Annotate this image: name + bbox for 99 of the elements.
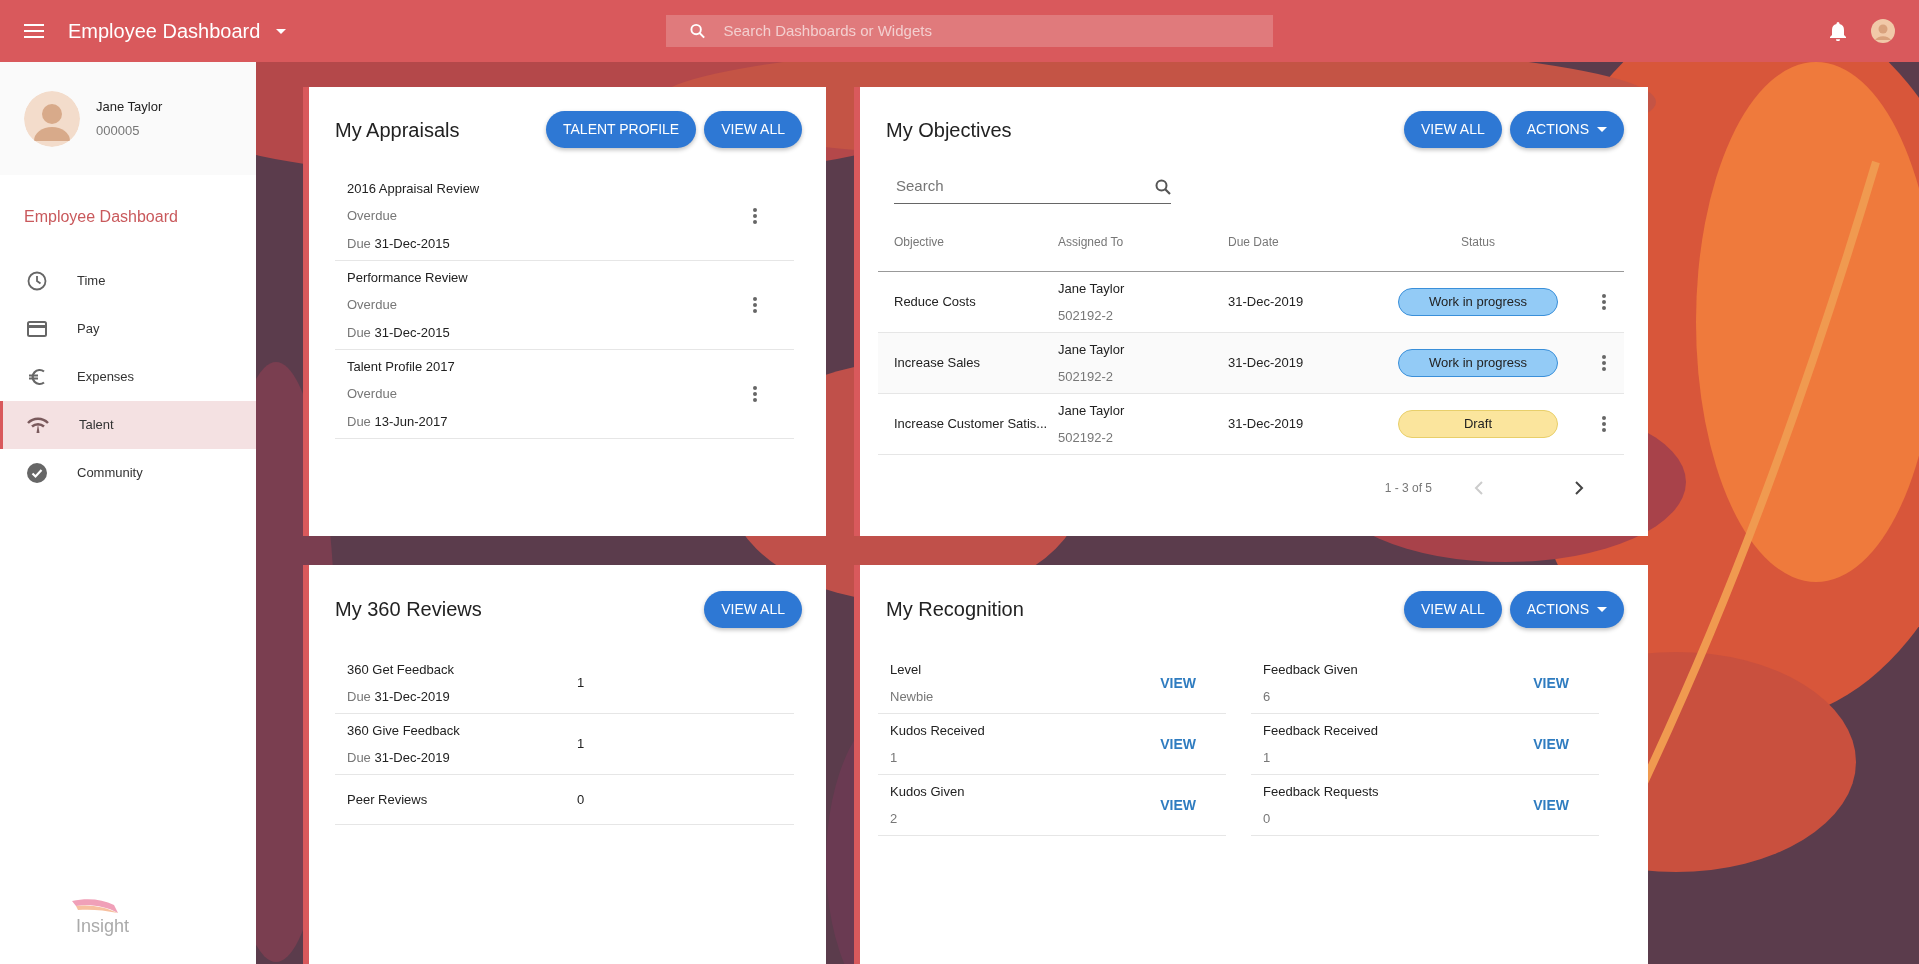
due-date: Due 31-Dec-2015 xyxy=(347,234,451,253)
sidebar-heading: Employee Dashboard xyxy=(23,207,179,227)
recognition-value: 6 xyxy=(1263,688,1272,706)
view-button[interactable]: VIEW ALL xyxy=(704,111,802,148)
view-button[interactable]: TALENT PROFILE xyxy=(546,111,697,148)
more-options-icon[interactable] xyxy=(752,296,758,314)
appraisal-status: Overdue xyxy=(347,385,398,404)
table-cell-text: Increase Customer Satis... xyxy=(894,415,1049,434)
recognition-label: Feedback Received xyxy=(1263,721,1378,740)
table-cell-text: 31-Dec-2019 xyxy=(1228,354,1305,373)
status-tag: Work in progress xyxy=(1398,349,1558,377)
table-cell-text: Increase Sales xyxy=(894,354,981,373)
table-cell-text: 31-Dec-2019 xyxy=(1228,293,1305,312)
menu-icon[interactable] xyxy=(24,24,44,38)
due-date: Due 31-Dec-2015 xyxy=(347,323,451,342)
table-cell-text: Jane Taylor xyxy=(1058,401,1126,420)
review-count: 1 xyxy=(577,674,585,693)
review-title: 360 Get Feedback xyxy=(347,660,455,679)
credit-card-icon xyxy=(27,321,47,337)
employee-id: 000005 xyxy=(96,121,141,140)
app-title: Employee Dashboard xyxy=(68,19,261,44)
recognition-value: 1 xyxy=(1263,749,1272,767)
appraisal-status: Overdue xyxy=(347,207,398,226)
view-link[interactable]: VIEW xyxy=(1160,794,1196,816)
more-options-icon[interactable] xyxy=(1601,354,1607,372)
more-options-icon[interactable] xyxy=(752,385,758,403)
more-options-icon[interactable] xyxy=(1601,415,1607,433)
status-tag: Draft xyxy=(1398,410,1558,438)
caret-icon xyxy=(1597,606,1607,612)
due-date: Due 13-Jun-2017 xyxy=(347,412,449,431)
sidebar-item[interactable]: Time xyxy=(0,257,256,305)
logo: Insight xyxy=(48,899,138,940)
view-button[interactable]: VIEW ALL xyxy=(1403,590,1502,628)
recognition-label: Feedback Given xyxy=(1263,660,1358,679)
more-options-icon[interactable] xyxy=(1601,293,1607,311)
search-icon xyxy=(690,23,706,39)
review-title: 360 Give Feedback xyxy=(347,721,461,740)
column-header: Objective xyxy=(894,233,946,251)
table-cell-text: Jane Taylor xyxy=(1058,340,1126,359)
sidebar-item[interactable]: Pay xyxy=(0,305,256,353)
recognition-label: Feedback Requests xyxy=(1263,782,1379,801)
table-cell-text: 502192-2 xyxy=(1058,307,1114,325)
appraisal-title: Performance Review xyxy=(347,268,468,287)
due-date: Due 31-Dec-2019 xyxy=(347,749,451,767)
view-link[interactable]: VIEW xyxy=(1160,672,1196,694)
recognition-value: Newbie xyxy=(890,688,934,706)
sidebar-item[interactable]: Community xyxy=(0,449,256,497)
card-title: My Recognition xyxy=(886,597,1024,622)
notification-bell-icon[interactable] xyxy=(1829,21,1847,41)
recognition-label: Kudos Given xyxy=(890,782,965,801)
table-cell-text: 502192-2 xyxy=(1058,368,1114,386)
table-cell-text: 31-Dec-2019 xyxy=(1228,415,1305,434)
appraisal-title: Talent Profile 2017 xyxy=(347,357,455,376)
user-avatar xyxy=(24,90,80,147)
table-cell-text: Reduce Costs xyxy=(894,293,977,312)
table-cell-text: 502192-2 xyxy=(1058,429,1114,447)
more-options-icon[interactable] xyxy=(752,207,758,225)
status-tag: Work in progress xyxy=(1398,288,1558,316)
review-count: 0 xyxy=(577,790,585,809)
recognition-value: 1 xyxy=(890,749,899,767)
pagination-range: 1 - 3 of 5 xyxy=(1384,480,1432,497)
view-button[interactable]: VIEW ALL xyxy=(704,590,802,628)
recognition-label: Kudos Received xyxy=(890,721,985,740)
appraisal-title: 2016 Appraisal Review xyxy=(347,179,480,198)
table-cell-text: Jane Taylor xyxy=(1058,279,1126,298)
caret-icon xyxy=(1597,127,1607,132)
review-count: 1 xyxy=(577,735,585,754)
view-link[interactable]: VIEW xyxy=(1533,733,1569,755)
search-bar[interactable]: Search Dashboards or Widgets xyxy=(666,15,1274,47)
search-field[interactable]: Search xyxy=(894,174,1094,199)
next-page-icon[interactable] xyxy=(1574,481,1584,495)
column-header: Status xyxy=(1460,233,1496,251)
recognition-value: 2 xyxy=(890,810,899,828)
card-title: My Appraisals xyxy=(335,117,460,143)
caret-icon xyxy=(276,28,287,34)
recognition-label: Level xyxy=(890,660,923,679)
view-link[interactable]: VIEW xyxy=(1533,672,1569,694)
view-link[interactable]: VIEW xyxy=(1533,794,1569,816)
appraisal-status: Overdue xyxy=(347,296,398,315)
actions-dropdown-button[interactable]: ACTIONS xyxy=(1509,111,1624,148)
search-field[interactable]: Search Dashboards or Widgets xyxy=(721,18,1250,44)
sidebar-item[interactable]: Expenses xyxy=(0,353,256,401)
recognition-value: 0 xyxy=(1263,810,1272,828)
euro-icon xyxy=(27,367,47,387)
signal-icon xyxy=(27,417,49,433)
sidebar-item[interactable]: Talent xyxy=(0,401,256,449)
view-button[interactable]: VIEW ALL xyxy=(1403,111,1502,148)
card-title: My 360 Reviews xyxy=(335,597,482,622)
actions-dropdown-button[interactable]: ACTIONS xyxy=(1509,590,1624,628)
due-date: Due 31-Dec-2019 xyxy=(347,688,451,706)
user-name: Jane Taylor xyxy=(96,98,163,116)
card-title: My Objectives xyxy=(886,117,1012,143)
review-title: Peer Reviews xyxy=(347,790,429,809)
check-circle-icon xyxy=(27,463,47,483)
column-header: Assigned To xyxy=(1058,233,1125,251)
column-header: Due Date xyxy=(1228,233,1280,251)
view-link[interactable]: VIEW xyxy=(1160,733,1196,755)
search-icon xyxy=(1155,178,1171,195)
clock-icon xyxy=(27,271,47,291)
